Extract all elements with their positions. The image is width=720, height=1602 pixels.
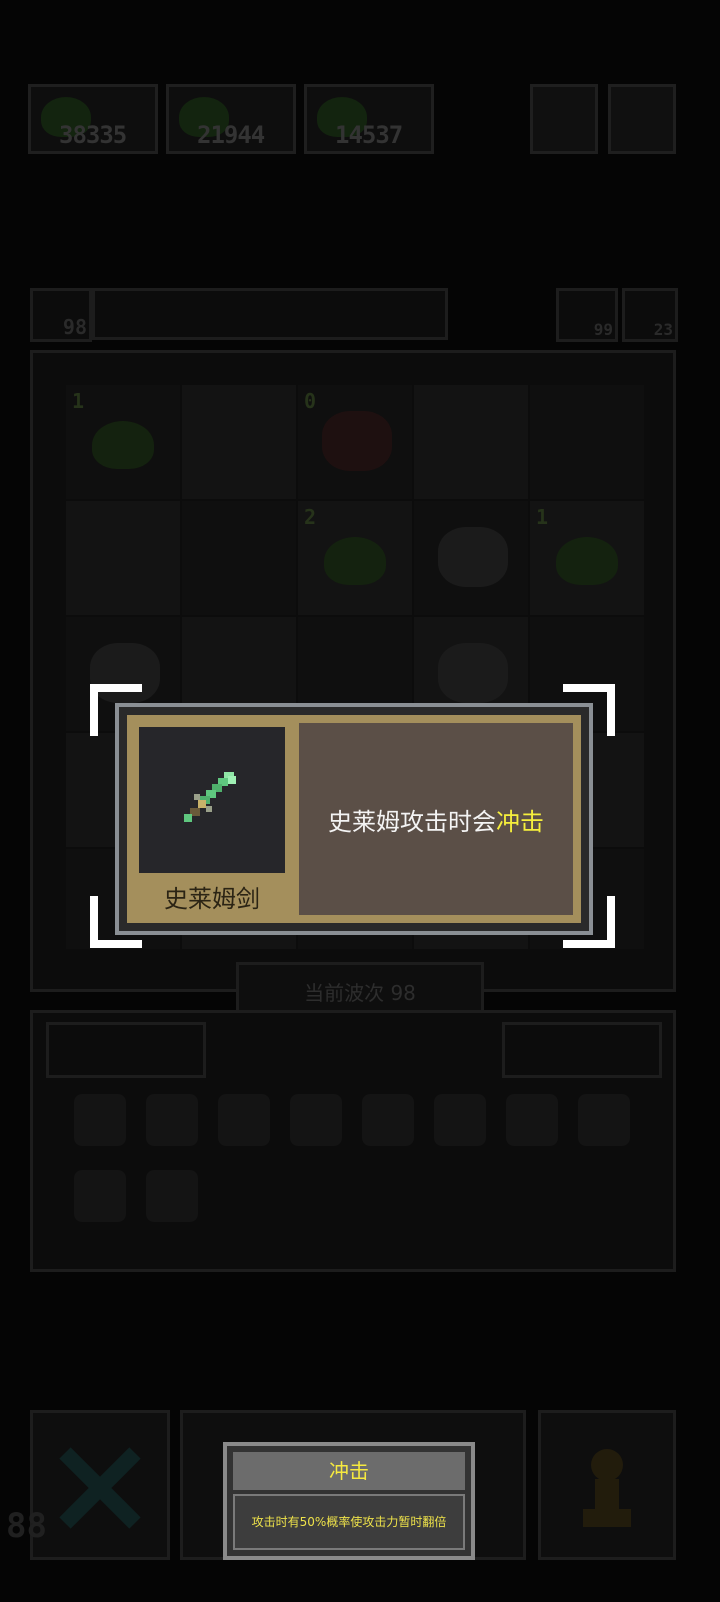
bolt-counter-value: 23 [653,320,673,339]
item-name: 史莱姆剑 [164,885,260,913]
popup-body: 史莱姆剑 史莱姆攻击时会冲击 [127,715,581,923]
meat-icon[interactable] [74,1094,126,1146]
grid-cell[interactable] [530,385,644,499]
cancel-button[interactable] [30,1410,170,1560]
green-sword-icon [184,772,236,822]
grid-cell[interactable]: 2 [298,501,412,615]
score-value: 14537 [335,121,403,149]
score-box-1: 38335 [28,84,158,154]
keyword-tooltip: 冲击 攻击时有50%概率使攻击力暂时翻倍 [223,1442,475,1560]
cell-level: 1 [72,389,85,413]
slime-counter: 98 [30,288,92,342]
grid-cell[interactable] [182,501,296,615]
grid-cell[interactable] [414,385,528,499]
cloud-icon [438,643,508,703]
hammer-icon[interactable] [434,1094,486,1146]
grid-cell[interactable] [66,501,180,615]
cell-level: 0 [304,389,317,413]
grid-cell[interactable] [182,385,296,499]
inventory-tab-settings[interactable] [502,1022,662,1078]
bush-icon [322,411,392,471]
helmet-icon[interactable] [146,1094,198,1146]
item-icon-slot [139,727,285,873]
item-description-box: 史莱姆攻击时会冲击 [297,721,575,917]
item-info-popup[interactable]: 史莱姆剑 史莱姆攻击时会冲击 [115,703,593,935]
leaf-icon[interactable] [74,1170,126,1222]
claw-icon[interactable] [290,1094,342,1146]
house-counter: 99 [556,288,618,342]
score-box-3: 14537 [304,84,434,154]
item-description: 史莱姆攻击时会冲击 [328,802,544,837]
score-value: 38335 [59,121,127,149]
grid-cell[interactable]: 0 [298,385,412,499]
description-keyword[interactable]: 冲击 [496,808,544,836]
score-value: 21944 [197,121,265,149]
cell-level: 1 [536,505,549,529]
tooltip-body: 攻击时有50%概率使攻击力暂时翻倍 [233,1494,465,1550]
slime-counter-value: 98 [62,315,87,339]
slime-icon [92,421,154,469]
description-text: 史莱姆攻击时会 [328,807,496,836]
pawn-icon [583,1449,631,1527]
inventory-tab-items[interactable] [46,1022,206,1078]
slime-icon [324,537,386,585]
sword-icon[interactable] [146,1170,198,1222]
bolt-counter: 23 [622,288,678,342]
muscle-icon[interactable] [362,1094,414,1146]
slime-icon [556,537,618,585]
house-counter-value: 99 [593,320,613,339]
cell-level: 2 [304,505,317,529]
grid-cell[interactable] [414,501,528,615]
cloud-icon [438,527,508,587]
corner-number: 88 [6,1506,47,1546]
pawn-button[interactable] [538,1410,676,1560]
shield-icon[interactable] [218,1094,270,1146]
progress-bar [92,288,448,340]
settings-button[interactable] [608,84,676,154]
x-icon [59,1447,141,1529]
grid-cell[interactable]: 1 [530,501,644,615]
tooltip-title: 冲击 [233,1452,465,1490]
feather-icon[interactable] [578,1094,630,1146]
score-box-2: 21944 [166,84,296,154]
help-button[interactable] [530,84,598,154]
hook-icon[interactable] [506,1094,558,1146]
grid-cell[interactable]: 1 [66,385,180,499]
